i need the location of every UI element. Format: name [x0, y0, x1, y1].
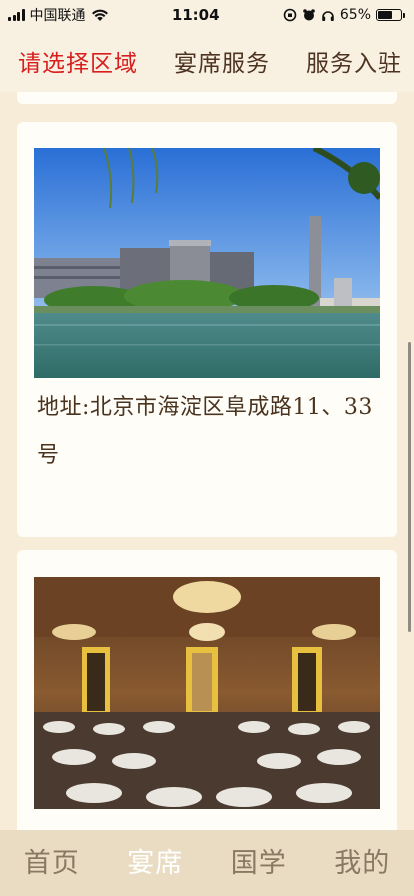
battery-percent: 65%	[339, 7, 371, 23]
venue-list[interactable]: 地址:北京市海淀区阜成路11、33号	[0, 92, 414, 830]
signal-icon	[8, 9, 25, 21]
clock-time: 11:04	[171, 6, 220, 24]
venue-card[interactable]	[17, 550, 397, 830]
tab-mine[interactable]: 我的	[334, 841, 390, 880]
venue-address: 地址:北京市海淀区阜成路11、33号	[37, 395, 373, 468]
tab-home[interactable]: 首页	[24, 841, 80, 880]
tab-guoxue[interactable]: 国学	[231, 841, 287, 880]
venue-card-previous[interactable]	[17, 92, 397, 104]
battery-icon	[376, 9, 405, 21]
status-bar: 中国联通 11:04 65%	[0, 0, 414, 30]
campus-lake-image	[34, 148, 380, 378]
rotation-lock-icon	[283, 8, 297, 22]
tab-select-region[interactable]: 请选择区域	[18, 44, 138, 78]
top-nav: 请选择区域 宴席服务 服务入驻	[0, 30, 414, 92]
battery-fill	[378, 11, 393, 19]
tab-service-join[interactable]: 服务入驻	[306, 44, 402, 78]
carrier-label: 中国联通	[29, 8, 86, 24]
venue-card[interactable]: 地址:北京市海淀区阜成路11、33号	[17, 122, 397, 537]
alarm-icon	[303, 9, 315, 21]
campus-lake-photo[interactable]	[34, 148, 380, 378]
bottom-tab-bar: 首页 宴席 国学 我的	[0, 830, 414, 896]
status-left: 中国联通	[8, 5, 109, 25]
tab-banquet-service[interactable]: 宴席服务	[174, 44, 270, 78]
banquet-hall-image	[34, 577, 380, 809]
tab-banquet[interactable]: 宴席	[127, 841, 183, 880]
banquet-hall-photo[interactable]	[34, 577, 380, 809]
headphones-icon	[322, 11, 334, 21]
scrollbar[interactable]	[408, 342, 411, 632]
wifi-icon	[91, 9, 108, 21]
status-right: 65%	[283, 7, 405, 23]
